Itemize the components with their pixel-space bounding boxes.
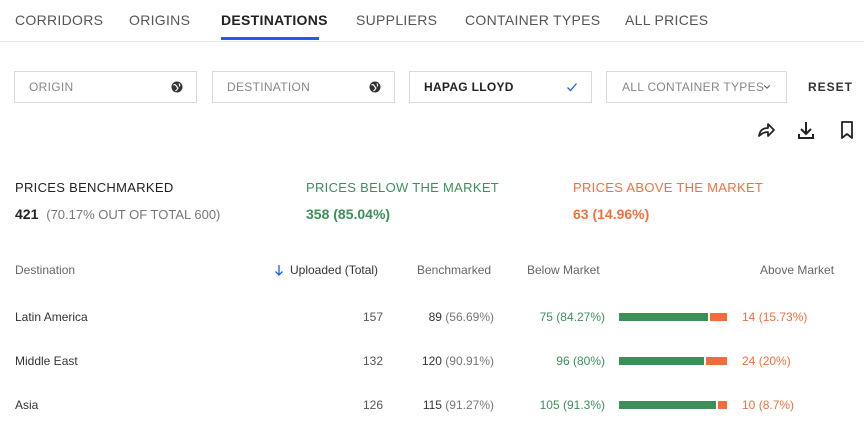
benchmarked-count: 89 — [428, 310, 442, 324]
below-pct: (80%) — [572, 354, 605, 368]
active-tab-indicator — [221, 37, 319, 40]
benchmarked-pct: (56.69%) — [445, 310, 494, 324]
above-pct: (8.7%) — [758, 398, 795, 412]
below-count: 96 — [556, 354, 570, 368]
below-bar-segment — [619, 401, 716, 409]
benchmarked-summary: 421 (70.17% OUT OF TOTAL 600) — [15, 206, 220, 222]
destination-cell: Middle East — [15, 354, 78, 368]
above-count: 24 — [742, 354, 756, 368]
below-bar-segment — [619, 357, 704, 365]
origin-input[interactable]: ORIGIN — [14, 71, 197, 103]
globe-icon — [369, 81, 381, 93]
market-split-bar — [619, 357, 727, 365]
column-header-below-market[interactable]: Below Market — [527, 263, 600, 277]
above-count: 10 — [742, 398, 756, 412]
above-count: 14 — [742, 310, 756, 324]
below-market-cell: 105 (91.3%) — [540, 398, 605, 412]
origin-placeholder: ORIGIN — [29, 80, 74, 94]
bookmark-icon[interactable] — [836, 119, 858, 141]
above-market-value: 63 (14.96%) — [573, 206, 650, 222]
uploaded-cell: 132 — [362, 354, 383, 368]
above-bar-segment — [718, 401, 727, 409]
above-market-cell: 24 (20%) — [742, 354, 791, 368]
benchmarked-cell: 89 (56.69%) — [429, 310, 494, 324]
benchmarked-count: 120 — [421, 354, 442, 368]
table-row[interactable]: Asia 126 115 (91.27%) 105 (91.3%) 10 (8.… — [0, 390, 864, 420]
below-count: 105 — [539, 398, 560, 412]
above-market-cell: 10 (8.7%) — [742, 398, 794, 412]
below-bar-segment — [619, 313, 708, 321]
column-header-destination[interactable]: Destination — [15, 263, 75, 277]
supplier-select[interactable]: HAPAG LLOYD — [409, 71, 592, 103]
tab-all-prices[interactable]: ALL PRICES — [625, 12, 708, 28]
tab-destinations[interactable]: DESTINATIONS — [221, 12, 328, 28]
benchmarked-count: 115 — [422, 398, 442, 412]
below-count: 75 — [539, 310, 553, 324]
container-type-value: ALL CONTAINER TYPES — [622, 80, 765, 94]
above-market-label: PRICES ABOVE THE MARKET — [573, 180, 764, 195]
column-header-benchmarked[interactable]: Benchmarked — [417, 263, 491, 277]
uploaded-cell: 126 — [362, 398, 383, 412]
above-pct: (20%) — [758, 354, 791, 368]
tab-container-types[interactable]: CONTAINER TYPES — [465, 12, 600, 28]
destination-input[interactable]: DESTINATION — [212, 71, 395, 103]
below-market-cell: 96 (80%) — [556, 354, 605, 368]
benchmarked-cell: 115 (91.27%) — [423, 398, 494, 412]
destination-cell: Asia — [15, 398, 39, 412]
column-header-uploaded[interactable]: Uploaded (Total) — [290, 263, 378, 277]
above-bar-segment — [710, 313, 727, 321]
below-market-cell: 75 (84.27%) — [540, 310, 605, 324]
market-split-bar — [619, 313, 727, 321]
benchmarked-count: 421 — [15, 206, 39, 222]
below-pct: (84.27%) — [556, 310, 605, 324]
globe-icon — [171, 81, 183, 93]
download-icon[interactable] — [795, 119, 817, 141]
above-pct: (15.73%) — [758, 310, 808, 324]
above-bar-segment — [706, 357, 727, 365]
destination-cell: Latin America — [15, 310, 88, 324]
tab-corridors[interactable]: CORRIDORS — [15, 12, 103, 28]
benchmarked-pct: (91.27%) — [445, 398, 494, 412]
destination-placeholder: DESTINATION — [227, 80, 311, 94]
below-pct: (91.3%) — [562, 398, 605, 412]
supplier-value: HAPAG LLOYD — [424, 80, 514, 94]
share-icon[interactable] — [755, 119, 777, 141]
uploaded-cell: 157 — [362, 310, 383, 324]
table-row[interactable]: Latin America 157 89 (56.69%) 75 (84.27%… — [0, 302, 864, 332]
benchmarked-cell: 120 (90.91%) — [422, 354, 494, 368]
sort-arrow-icon[interactable] — [274, 264, 284, 276]
table-row[interactable]: Middle East 132 120 (90.91%) 96 (80%) 24… — [0, 346, 864, 376]
below-market-value: 358 (85.04%) — [306, 206, 391, 222]
benchmarked-label: PRICES BENCHMARKED — [15, 180, 174, 195]
tab-origins[interactable]: ORIGINS — [129, 12, 190, 28]
reset-button[interactable]: RESET — [808, 80, 853, 94]
column-header-above-market[interactable]: Above Market — [760, 263, 834, 277]
benchmarked-note: (70.17% OUT OF TOTAL 600) — [46, 207, 221, 222]
above-market-cell: 14 (15.73%) — [742, 310, 807, 324]
check-icon — [567, 83, 577, 92]
below-market-label: PRICES BELOW THE MARKET — [306, 180, 500, 195]
benchmarked-pct: (90.91%) — [445, 354, 494, 368]
tab-bar: CORRIDORS ORIGINS DESTINATIONS SUPPLIERS… — [0, 0, 864, 42]
tab-suppliers[interactable]: SUPPLIERS — [356, 12, 437, 28]
chevron-down-icon — [763, 85, 771, 89]
market-split-bar — [619, 401, 727, 409]
container-type-select[interactable]: ALL CONTAINER TYPES — [606, 71, 787, 103]
